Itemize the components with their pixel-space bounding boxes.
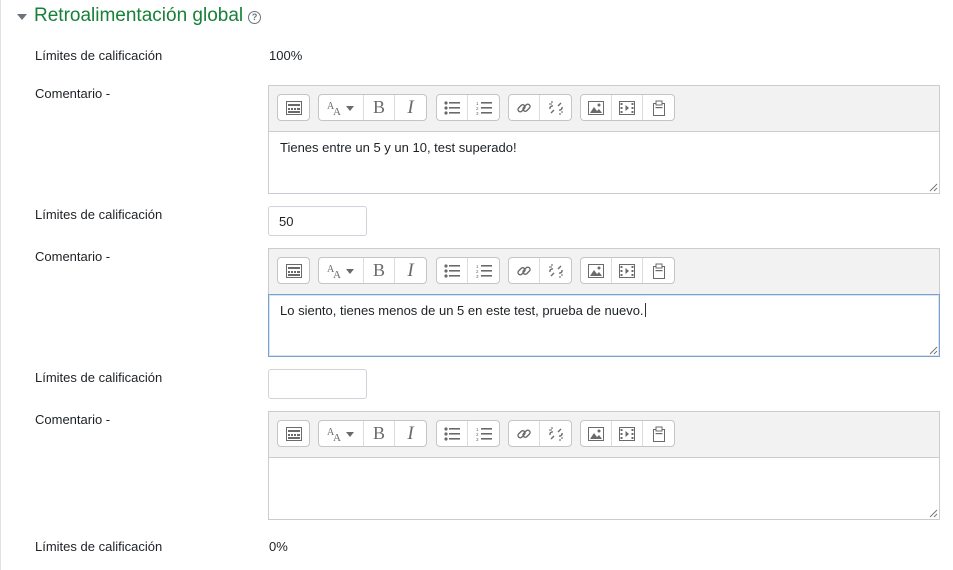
svg-text:A: A — [333, 269, 341, 279]
numbered-list-icon[interactable]: 123 — [468, 258, 499, 283]
feedback-text: Lo siento, tienes menos de un 5 en este … — [280, 303, 644, 318]
resize-handle-icon[interactable] — [929, 509, 938, 518]
grade-boundary-label: Límites de calificación — [35, 539, 163, 554]
feedback-text: Tienes entre un 5 y un 10, test superado… — [280, 140, 517, 155]
editor-toolbar: AA B I 123 — [269, 412, 939, 457]
manage-files-icon[interactable] — [643, 258, 674, 283]
image-icon[interactable] — [581, 421, 612, 446]
media-icon[interactable] — [612, 258, 643, 283]
media-icon[interactable] — [612, 421, 643, 446]
grade-boundary-input[interactable] — [268, 369, 367, 399]
numbered-list-icon[interactable]: 123 — [468, 95, 499, 120]
grade-boundary-input[interactable] — [268, 206, 367, 236]
bullet-list-icon[interactable] — [437, 421, 468, 446]
feedback-textarea[interactable] — [268, 457, 940, 520]
feedback-label: Comentario - — [35, 86, 111, 101]
bullet-list-icon[interactable] — [437, 258, 468, 283]
image-icon[interactable] — [581, 95, 612, 120]
svg-text:3: 3 — [476, 111, 479, 115]
text-cursor — [644, 303, 646, 317]
numbered-list-icon[interactable]: 123 — [468, 421, 499, 446]
grade-boundary-label: Límites de calificación — [35, 207, 163, 222]
italic-icon[interactable]: I — [395, 421, 426, 446]
section-title[interactable]: Retroalimentación global — [34, 5, 243, 27]
grade-boundary-value: 100% — [269, 48, 303, 63]
manage-files-icon[interactable] — [643, 95, 674, 120]
bold-icon[interactable]: B — [364, 258, 395, 283]
unlink-icon[interactable] — [540, 95, 571, 120]
manage-files-icon[interactable] — [643, 421, 674, 446]
svg-text:A: A — [333, 106, 341, 116]
grade-boundary-value: 0% — [269, 539, 288, 554]
font-style-icon[interactable]: AA — [319, 95, 364, 120]
unlink-icon[interactable] — [540, 258, 571, 283]
toolbar-toggle-icon[interactable] — [278, 95, 309, 120]
feedback-editor-1: AA B I 123 Tienes entre un 5 y un 10, te… — [268, 85, 940, 194]
font-style-icon[interactable]: AA — [319, 421, 364, 446]
section-header[interactable]: Retroalimentación global ? — [17, 4, 262, 28]
link-icon[interactable] — [509, 421, 540, 446]
page-left-border — [0, 0, 1, 570]
grade-boundary-label: Límites de calificación — [35, 370, 163, 385]
collapse-caret-icon[interactable] — [17, 13, 27, 20]
toolbar-toggle-icon[interactable] — [278, 258, 309, 283]
feedback-editor-3: AA B I 123 — [268, 411, 940, 520]
svg-text:3: 3 — [476, 274, 479, 278]
feedback-textarea[interactable]: Lo siento, tienes menos de un 5 en este … — [268, 294, 940, 357]
italic-icon[interactable]: I — [395, 258, 426, 283]
svg-text:A: A — [333, 432, 341, 442]
image-icon[interactable] — [581, 258, 612, 283]
feedback-textarea[interactable]: Tienes entre un 5 y un 10, test superado… — [268, 131, 940, 194]
bullet-list-icon[interactable] — [437, 95, 468, 120]
link-icon[interactable] — [509, 95, 540, 120]
bold-icon[interactable]: B — [364, 421, 395, 446]
toolbar-toggle-icon[interactable] — [278, 421, 309, 446]
feedback-label: Comentario - — [35, 412, 111, 427]
editor-toolbar: AA B I 123 — [269, 249, 939, 294]
italic-icon[interactable]: I — [395, 95, 426, 120]
bold-icon[interactable]: B — [364, 95, 395, 120]
grade-boundary-label: Límites de calificación — [35, 48, 163, 63]
feedback-editor-2: AA B I 123 Lo siento, tienes menos de un… — [268, 248, 940, 357]
feedback-label: Comentario - — [35, 249, 111, 264]
svg-text:3: 3 — [476, 437, 479, 441]
editor-toolbar: AA B I 123 — [269, 86, 939, 131]
resize-handle-icon[interactable] — [929, 183, 938, 192]
font-style-icon[interactable]: AA — [319, 258, 364, 283]
resize-handle-icon[interactable] — [929, 346, 938, 355]
help-icon[interactable]: ? — [248, 10, 262, 24]
media-icon[interactable] — [612, 95, 643, 120]
link-icon[interactable] — [509, 258, 540, 283]
unlink-icon[interactable] — [540, 421, 571, 446]
